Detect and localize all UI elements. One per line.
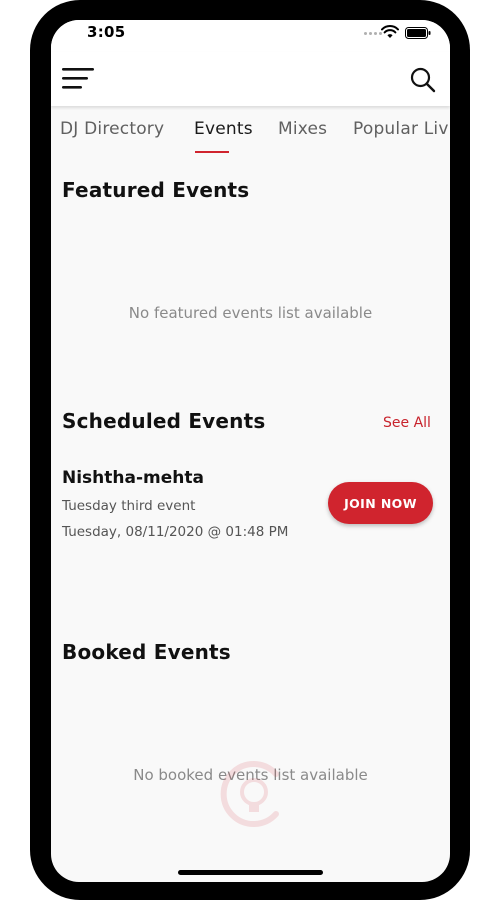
stage: 3:05 DJ Directory Events Mixes Popular L… (0, 0, 500, 900)
booked-events-title: Booked Events (62, 640, 231, 664)
search-icon[interactable] (409, 66, 437, 94)
hamburger-menu-icon[interactable] (61, 66, 97, 94)
category-tabs: DJ Directory Events Mixes Popular Liv (51, 110, 450, 156)
tab-events[interactable]: Events (194, 119, 253, 139)
event-card[interactable]: Nishtha-mehta Tuesday third event Tuesda… (51, 458, 450, 558)
tab-dj-directory[interactable]: DJ Directory (60, 119, 164, 139)
tab-mixes[interactable]: Mixes (278, 119, 327, 139)
wifi-icon (381, 25, 399, 38)
app-header (51, 52, 450, 106)
status-bar: 3:05 (51, 20, 450, 52)
event-description: Tuesday third event (62, 498, 196, 514)
event-datetime: Tuesday, 08/11/2020 @ 01:48 PM (62, 524, 289, 540)
featured-empty-message: No featured events list available (128, 304, 373, 322)
featured-events-title: Featured Events (62, 178, 250, 202)
battery-icon (405, 27, 431, 39)
join-now-button[interactable]: JOIN NOW (328, 482, 433, 524)
tab-popular-live[interactable]: Popular Liv (353, 119, 449, 139)
see-all-link[interactable]: See All (383, 415, 431, 431)
watermark-logo-icon (220, 761, 279, 827)
home-indicator[interactable] (178, 870, 323, 875)
scheduled-events-title: Scheduled Events (62, 409, 266, 433)
phone-screen: 3:05 DJ Directory Events Mixes Popular L… (51, 20, 450, 882)
event-name: Nishtha-mehta (62, 468, 204, 488)
status-time: 3:05 (87, 23, 126, 41)
active-tab-indicator (195, 151, 229, 153)
